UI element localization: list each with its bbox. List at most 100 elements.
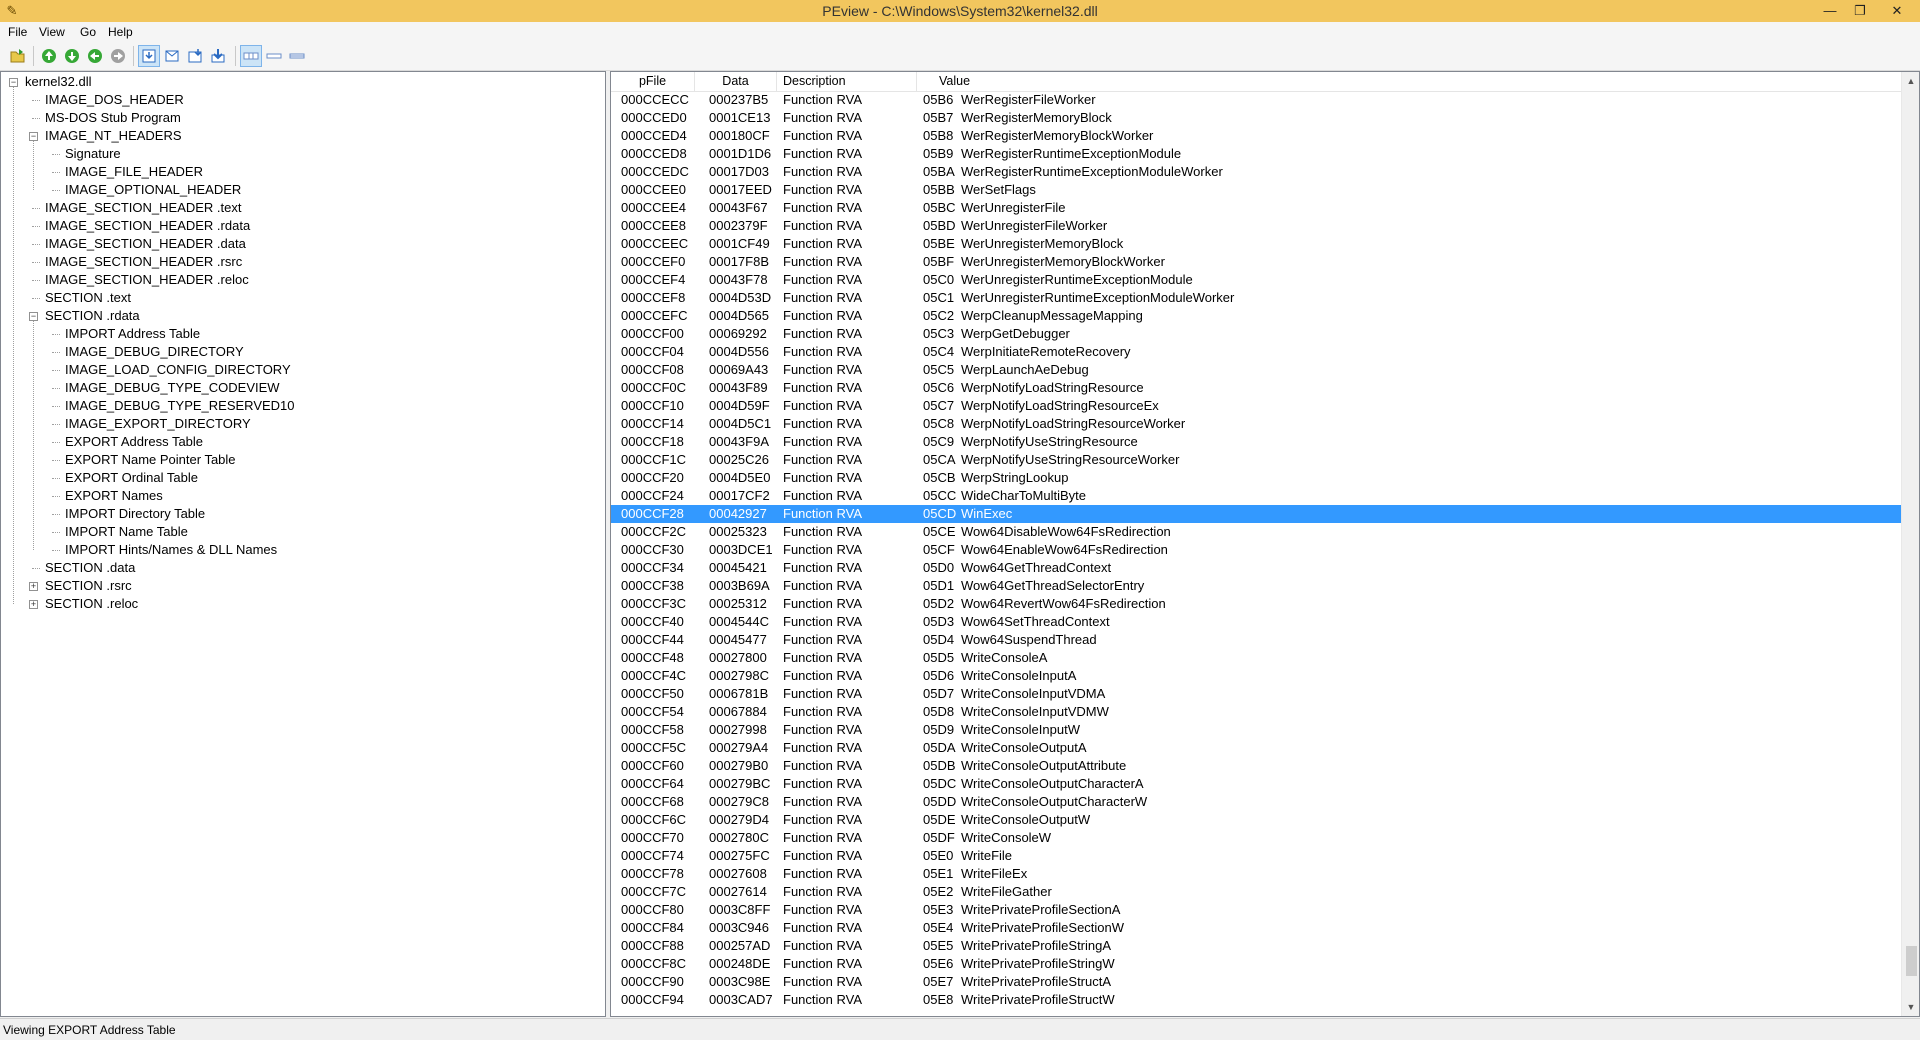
table-row[interactable]: 000CCF04 0004D556 Function RVA 05C4 WerpInit… <box>611 343 1901 361</box>
tree-item[interactable]: IMAGE_SECTION_HEADER .rdata <box>45 217 250 235</box>
menu-file[interactable]: File <box>8 24 27 40</box>
tree-item[interactable]: Signature <box>65 145 121 163</box>
table-row[interactable]: 000CCF48 00027800 Function RVA 05D5 WriteCon… <box>611 649 1901 667</box>
table-row[interactable]: 000CCF2C 00025323 Function RVA 05CE Wow64Dis… <box>611 523 1901 541</box>
table-row[interactable]: 000CCF38 0003B69A Function RVA 05D1 Wow64Get… <box>611 577 1901 595</box>
arrow-up-icon[interactable] <box>39 46 59 66</box>
table-row[interactable]: 000CCEF4 00043F78 Function RVA 05C0 WerUnreg… <box>611 271 1901 289</box>
table-row[interactable]: 000CCF20 0004D5E0 Function RVA 05CB WerpStri… <box>611 469 1901 487</box>
table-row[interactable]: 000CCF68 000279C8 Function RVA 05DD WriteCon… <box>611 793 1901 811</box>
collapse-icon[interactable]: − <box>9 78 18 87</box>
tree-item[interactable]: IMAGE_SECTION_HEADER .text <box>45 199 242 217</box>
table-row[interactable]: 000CCF94 0003CAD7 Function RVA 05E8 WritePri… <box>611 991 1901 1009</box>
tree-item[interactable]: IMAGE_EXPORT_DIRECTORY <box>65 415 251 433</box>
close-button[interactable]: ✕ <box>1875 0 1919 22</box>
table-row[interactable]: 000CCEF0 00017F8B Function RVA 05BF WerUnreg… <box>611 253 1901 271</box>
table-row[interactable]: 000CCEE4 00043F67 Function RVA 05BC WerUnreg… <box>611 199 1901 217</box>
table-row[interactable]: 000CCF34 00045421 Function RVA 05D0 Wow64Get… <box>611 559 1901 577</box>
tree-item[interactable]: IMPORT Name Table <box>65 523 188 541</box>
column-header-value[interactable]: Value <box>917 72 1901 91</box>
tree-item[interactable]: SECTION .data <box>45 559 135 577</box>
tree-item[interactable]: SECTION .rsrc <box>45 577 132 595</box>
tree-item[interactable]: IMAGE_DOS_HEADER <box>45 91 184 109</box>
view-save-icon[interactable] <box>208 46 228 66</box>
tree-item[interactable]: IMAGE_OPTIONAL_HEADER <box>65 181 241 199</box>
table-row[interactable]: 000CCF14 0004D5C1 Function RVA 05C8 WerpNoti… <box>611 415 1901 433</box>
table-row[interactable]: 000CCF54 00067884 Function RVA 05D8 WriteCon… <box>611 703 1901 721</box>
column-header-data[interactable]: Data <box>695 72 777 91</box>
tree-item[interactable]: IMPORT Hints/Names & DLL Names <box>65 541 277 559</box>
table-row[interactable]: 000CCEE0 00017EED Function RVA 05BB WerSetFl… <box>611 181 1901 199</box>
table-row[interactable]: 000CCF24 00017CF2 Function RVA 05CC WideChar… <box>611 487 1901 505</box>
table-row[interactable]: 000CCF10 0004D59F Function RVA 05C7 WerpNoti… <box>611 397 1901 415</box>
view-byte-icon[interactable] <box>138 45 160 67</box>
scroll-thumb[interactable] <box>1906 946 1917 976</box>
restore-button[interactable]: ❐ <box>1845 0 1875 22</box>
table-row[interactable]: 000CCF5C 000279A4 Function RVA 05DA WriteCon… <box>611 739 1901 757</box>
minimize-button[interactable]: — <box>1815 0 1845 22</box>
layout-list-icon[interactable] <box>264 46 284 66</box>
table-row[interactable]: 000CCF60 000279B0 Function RVA 05DB WriteCon… <box>611 757 1901 775</box>
table-row[interactable]: 000CCF58 00027998 Function RVA 05D9 WriteCon… <box>611 721 1901 739</box>
collapse-icon[interactable]: − <box>29 312 38 321</box>
tree-item[interactable]: IMAGE_DEBUG_DIRECTORY <box>65 343 244 361</box>
table-row[interactable]: 000CCED8 0001D1D6 Function RVA 05B9 WerRegis… <box>611 145 1901 163</box>
table-row[interactable]: 000CCEEC 0001CF49 Function RVA 05BE WerUnreg… <box>611 235 1901 253</box>
tree-item[interactable]: IMAGE_SECTION_HEADER .reloc <box>45 271 249 289</box>
layout-hex-icon[interactable] <box>287 46 307 66</box>
table-row[interactable]: 000CCF18 00043F9A Function RVA 05C9 WerpNoti… <box>611 433 1901 451</box>
table-row[interactable]: 000CCF4C 0002798C Function RVA 05D6 WriteCon… <box>611 667 1901 685</box>
tree-pane[interactable]: kernel32.dll − IMAGE_DOS_HEADER MS-DOS Stub… <box>0 71 606 1017</box>
table-row[interactable]: 000CCF80 0003C8FF Function RVA 05E3 WritePri… <box>611 901 1901 919</box>
scroll-up-icon[interactable]: ▲ <box>1902 72 1919 90</box>
table-row[interactable]: 000CCF08 00069A43 Function RVA 05C5 WerpLaun… <box>611 361 1901 379</box>
table-row[interactable]: 000CCF50 0006781B Function RVA 05D7 WriteCon… <box>611 685 1901 703</box>
view-word-icon[interactable] <box>162 46 182 66</box>
table-row[interactable]: 000CCED0 0001CE13 Function RVA 05B7 WerRegis… <box>611 109 1901 127</box>
open-file-icon[interactable] <box>8 46 28 66</box>
table-row[interactable]: 000CCF64 000279BC Function RVA 05DC WriteCon… <box>611 775 1901 793</box>
tree-item[interactable]: IMAGE_DEBUG_TYPE_CODEVIEW <box>65 379 280 397</box>
expand-icon[interactable]: + <box>29 600 38 609</box>
tree-item[interactable]: EXPORT Name Pointer Table <box>65 451 236 469</box>
collapse-icon[interactable]: − <box>29 132 38 141</box>
tree-item[interactable]: MS-DOS Stub Program <box>45 109 181 127</box>
table-row[interactable]: 000CCF74 000275FC Function RVA 05E0 WriteFil… <box>611 847 1901 865</box>
table-row[interactable]: 000CCF00 00069292 Function RVA 05C3 WerpGetD… <box>611 325 1901 343</box>
tree-item[interactable]: IMAGE_DEBUG_TYPE_RESERVED10 <box>65 397 295 415</box>
table-row[interactable]: 000CCF0C 00043F89 Function RVA 05C6 WerpNoti… <box>611 379 1901 397</box>
table-row[interactable]: 000CCEDC 00017D03 Function RVA 05BA WerRegis… <box>611 163 1901 181</box>
menu-help[interactable]: Help <box>108 24 133 40</box>
menu-go[interactable]: Go <box>80 24 96 40</box>
arrow-forward-icon[interactable] <box>108 46 128 66</box>
tree-item[interactable]: IMAGE_SECTION_HEADER .rsrc <box>45 253 242 271</box>
arrow-back-icon[interactable] <box>85 46 105 66</box>
table-row[interactable]: 000CCEF8 0004D53D Function RVA 05C1 WerUnreg… <box>611 289 1901 307</box>
menu-view[interactable]: View <box>39 24 65 40</box>
tree-item[interactable]: EXPORT Ordinal Table <box>65 469 198 487</box>
vertical-scrollbar[interactable]: ▲ ▼ <box>1901 72 1919 1016</box>
expand-icon[interactable]: + <box>29 582 38 591</box>
table-row[interactable]: 000CCF84 0003C946 Function RVA 05E4 WritePri… <box>611 919 1901 937</box>
table-row[interactable]: 000CCF8C 000248DE Function RVA 05E6 WritePri… <box>611 955 1901 973</box>
tree-item[interactable]: EXPORT Address Table <box>65 433 203 451</box>
layout-split-icon[interactable] <box>240 45 262 67</box>
table-row[interactable]: 000CCF7C 00027614 Function RVA 05E2 WriteFil… <box>611 883 1901 901</box>
view-dword-icon[interactable] <box>185 46 205 66</box>
tree-item[interactable]: IMPORT Address Table <box>65 325 200 343</box>
table-row[interactable]: 000CCEE8 0002379F Function RVA 05BD WerUnreg… <box>611 217 1901 235</box>
scroll-down-icon[interactable]: ▼ <box>1902 998 1919 1016</box>
tree-item[interactable]: IMPORT Directory Table <box>65 505 205 523</box>
table-row[interactable]: 000CCF90 0003C98E Function RVA 05E7 WritePri… <box>611 973 1901 991</box>
table-row[interactable]: 000CCF88 000257AD Function RVA 05E5 WritePri… <box>611 937 1901 955</box>
table-row[interactable]: 000CCF3C 00025312 Function RVA 05D2 Wow64Rev… <box>611 595 1901 613</box>
table-row[interactable]: 000CCF6C 000279D4 Function RVA 05DE WriteCon… <box>611 811 1901 829</box>
table-row[interactable]: 000CCF70 0002780C Function RVA 05DF WriteCon… <box>611 829 1901 847</box>
arrow-down-icon[interactable] <box>62 46 82 66</box>
tree-item[interactable]: IMAGE_NT_HEADERS <box>45 127 182 145</box>
table-row[interactable]: 000CCF30 0003DCE1 Function RVA 05CF Wow64Ena… <box>611 541 1901 559</box>
column-header-pfile[interactable]: pFile <box>611 72 695 91</box>
tree-item[interactable]: SECTION .rdata <box>45 307 140 325</box>
detail-list-pane[interactable]: pFile Data Description Value 000CCECC 000… <box>610 71 1920 1017</box>
table-row[interactable]: 000CCECC 000237B5 Function RVA 05B6 WerRegis… <box>611 91 1901 109</box>
